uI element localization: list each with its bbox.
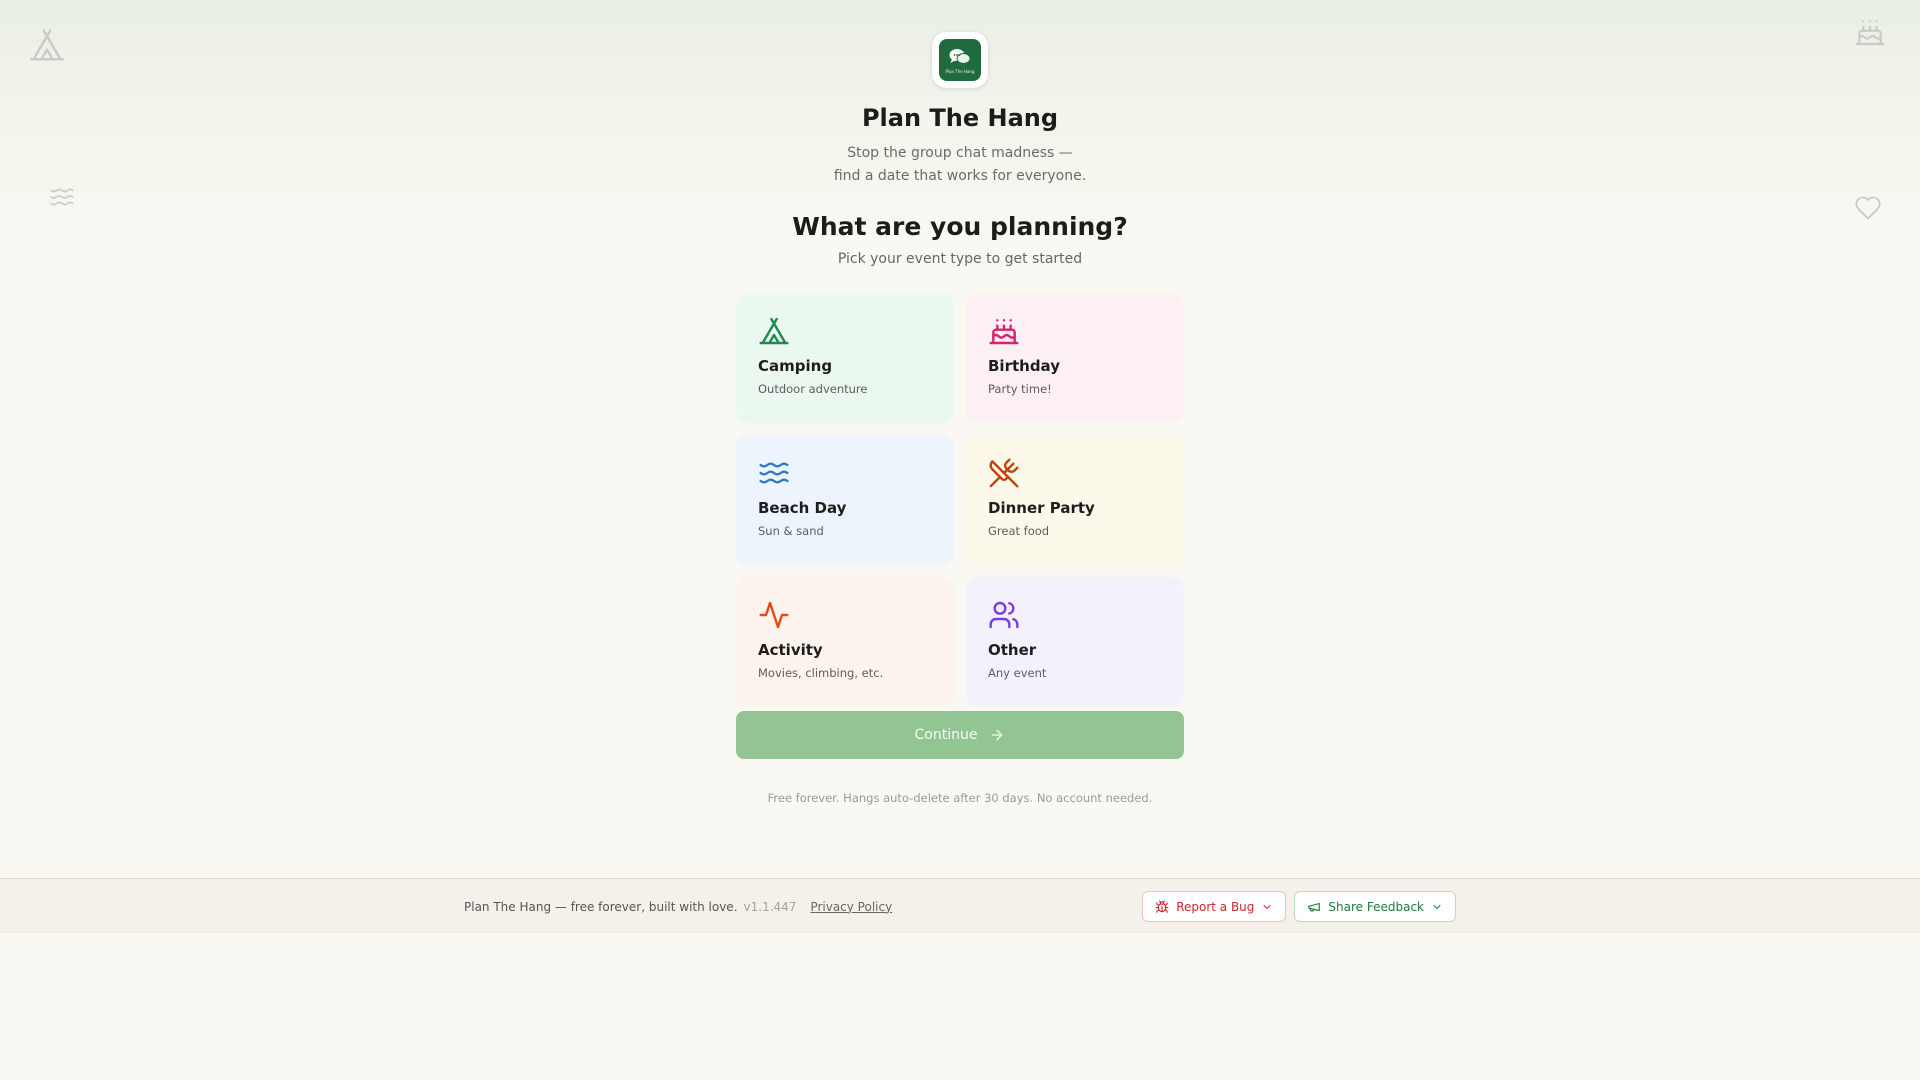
cake-icon bbox=[989, 319, 1019, 345]
event-card-label: Birthday bbox=[988, 357, 1060, 375]
arrow-right-icon bbox=[992, 729, 1003, 741]
activity-icon bbox=[759, 601, 789, 629]
event-card-description: Great food bbox=[988, 524, 1050, 538]
footer-credits: Plan The Hang — free forever, built with… bbox=[464, 879, 892, 934]
tagline-line-1: Stop the group chat madness — bbox=[847, 145, 1073, 161]
logo-wordmark: Plan The Hang bbox=[945, 68, 975, 74]
event-card-other[interactable]: Other Any event bbox=[966, 577, 1184, 707]
report-bug-label: Report a Bug bbox=[1176, 899, 1255, 914]
event-card-description: Any event bbox=[988, 666, 1047, 680]
megaphone-icon bbox=[1308, 902, 1321, 912]
continue-label: Continue bbox=[914, 727, 978, 743]
footer-credit-text: Plan The Hang — free forever, built with… bbox=[464, 899, 738, 914]
chevron-down-icon bbox=[1263, 904, 1271, 909]
privacy-policy-link[interactable]: Privacy Policy bbox=[810, 900, 892, 914]
fineprint: Free forever. Hangs auto-delete after 30… bbox=[767, 791, 1153, 805]
utensils-crossed-icon bbox=[989, 458, 1019, 488]
event-card-description: Sun & sand bbox=[758, 524, 824, 538]
tagline: Stop the group chat madness — find a dat… bbox=[834, 142, 1086, 188]
event-card-dinner-party[interactable]: Dinner Party Great food bbox=[966, 435, 1184, 565]
event-card-label: Other bbox=[988, 641, 1037, 659]
chat-bubbles-icon bbox=[949, 48, 971, 64]
event-card-description: Outdoor adventure bbox=[758, 382, 868, 396]
event-card-camping[interactable]: Camping Outdoor adventure bbox=[736, 293, 954, 423]
planning-heading: What are you planning? bbox=[792, 212, 1128, 241]
tent-icon bbox=[759, 317, 789, 345]
event-card-beach-day[interactable]: Beach Day Sun & sand bbox=[736, 435, 954, 565]
share-feedback-button[interactable]: Share Feedback bbox=[1294, 891, 1456, 922]
event-card-description: Party time! bbox=[988, 382, 1052, 396]
event-card-activity[interactable]: Activity Movies, climbing, etc. bbox=[736, 577, 954, 707]
event-card-description: Movies, climbing, etc. bbox=[758, 666, 884, 680]
app-title: Plan The Hang bbox=[861, 104, 1059, 132]
footer-actions: Report a Bug Share Feedback bbox=[1142, 891, 1456, 922]
report-bug-button[interactable]: Report a Bug bbox=[1142, 891, 1287, 922]
users-icon bbox=[989, 601, 1019, 629]
share-feedback-label: Share Feedback bbox=[1328, 899, 1424, 914]
event-card-birthday[interactable]: Birthday Party time! bbox=[966, 293, 1184, 423]
chevron-down-icon bbox=[1433, 904, 1441, 909]
event-card-label: Camping bbox=[758, 357, 833, 375]
tagline-line-2: find a date that works for everyone. bbox=[833, 168, 1087, 184]
event-card-label: Beach Day bbox=[758, 499, 847, 517]
planning-subheading: Pick your event type to get started bbox=[837, 251, 1083, 267]
logo-badge: Plan The Hang bbox=[939, 39, 981, 81]
event-card-label: Activity bbox=[758, 641, 823, 659]
continue-button[interactable]: Continue bbox=[736, 711, 1184, 759]
waves-icon bbox=[759, 462, 789, 484]
event-card-label: Dinner Party bbox=[988, 499, 1095, 517]
app-logo: Plan The Hang bbox=[932, 32, 988, 88]
event-type-grid: Camping Outdoor adventure Birthday Party… bbox=[736, 293, 1184, 707]
footer: Plan The Hang — free forever, built with… bbox=[0, 878, 1920, 933]
version-label: v1.1.447 bbox=[743, 899, 797, 914]
main-content: Plan The Hang Plan The Hang Stop the gro… bbox=[0, 0, 1920, 805]
bug-icon bbox=[1155, 900, 1169, 913]
